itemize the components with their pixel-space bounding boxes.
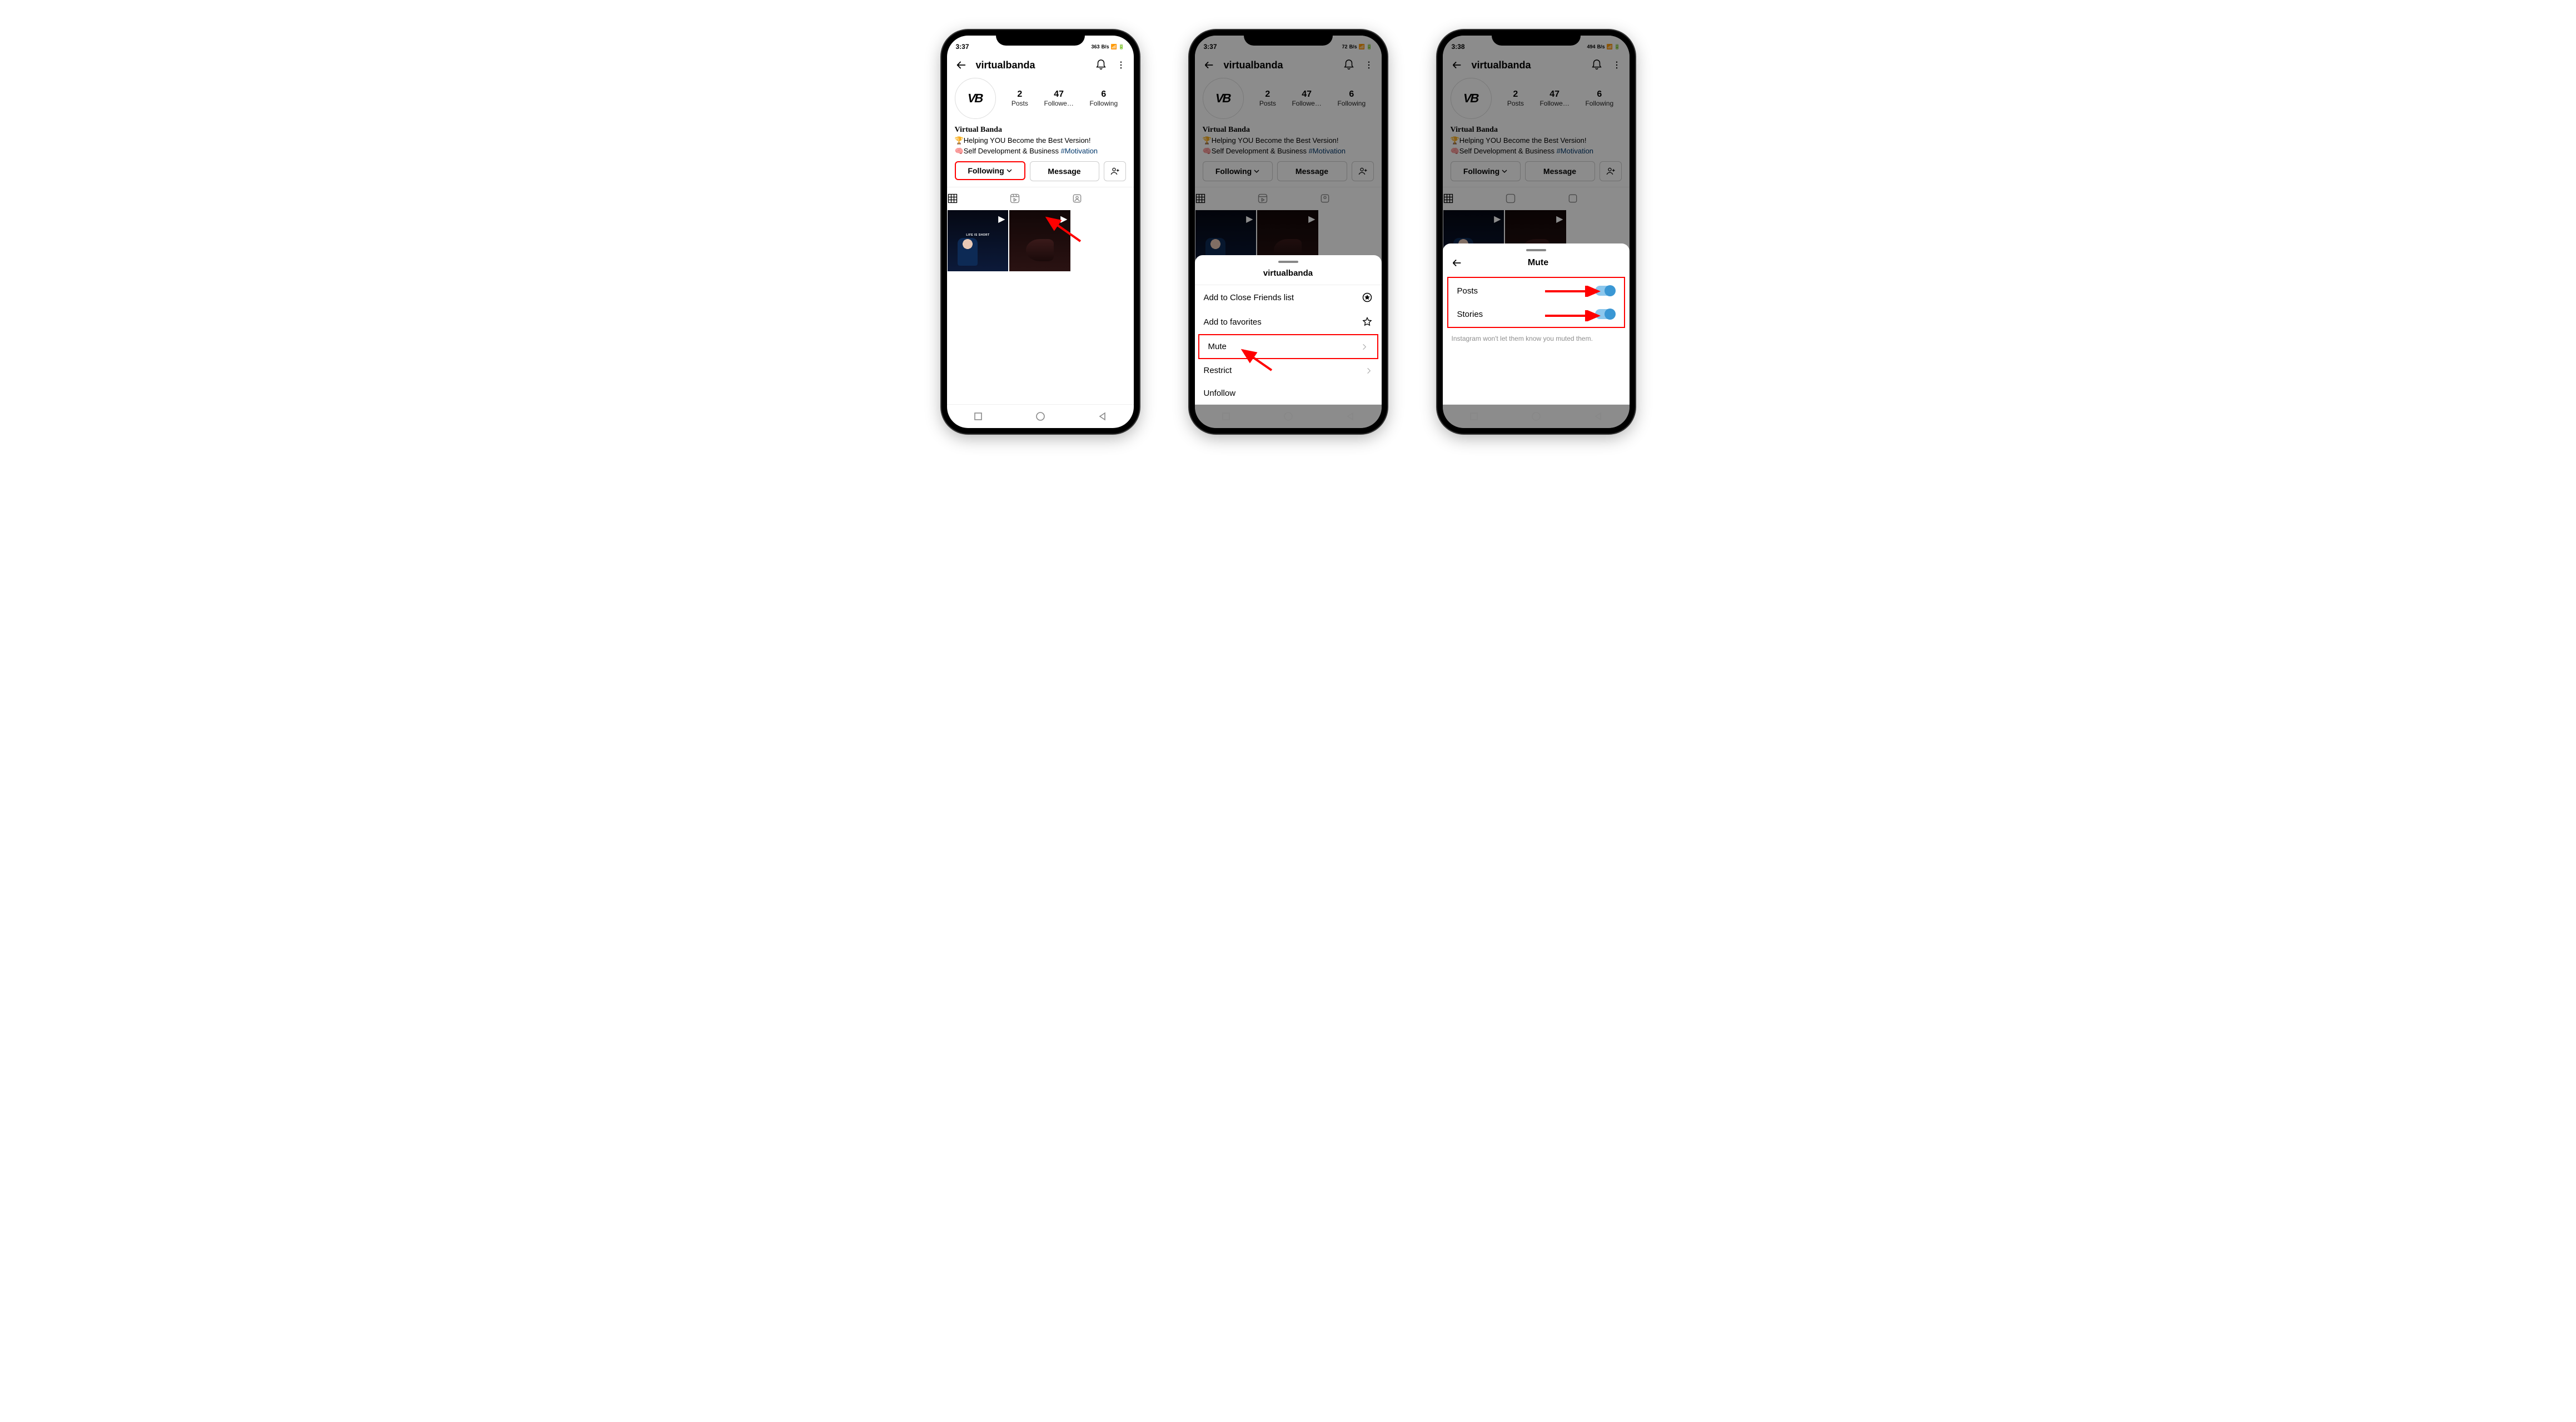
stat-following[interactable]: 6Following — [1089, 90, 1118, 107]
tab-reels[interactable] — [1009, 187, 1072, 210]
add-user-button[interactable] — [1104, 161, 1126, 181]
sheet-title: virtualbanda — [1195, 269, 1382, 285]
hashtag-link[interactable]: #Motivation — [1061, 147, 1098, 155]
sheet-item-unfollow[interactable]: Unfollow — [1195, 382, 1382, 405]
mute-stories-row: Stories — [1448, 302, 1624, 326]
star-icon — [1362, 316, 1373, 327]
notch — [1492, 30, 1581, 46]
sheet-back-icon[interactable] — [1451, 257, 1463, 269]
phone-1: 3:37 363B/s 📶 🔋 virtualbanda VB 2Posts 4… — [941, 30, 1139, 434]
post-thumbnail[interactable]: ▶LIFE IS SHORT — [947, 210, 1009, 272]
bell-icon[interactable] — [1095, 59, 1107, 71]
bio: Virtual Banda 🏆Helping YOU Become the Be… — [947, 121, 1134, 161]
toggle-posts[interactable] — [1595, 286, 1615, 296]
sheet-handle[interactable] — [1526, 249, 1546, 251]
post-thumbnail[interactable]: ▶ — [1009, 210, 1071, 272]
more-icon[interactable] — [1116, 59, 1126, 71]
phone-2: 3:3772B/s 📶 🔋 virtualbanda VB2Posts47Fol… — [1189, 30, 1387, 434]
mute-note: Instagram won't let them know you muted … — [1443, 328, 1630, 349]
sheet-item-mute[interactable]: Mute — [1198, 334, 1378, 359]
sheet-item-restrict[interactable]: Restrict — [1195, 359, 1382, 382]
following-button[interactable]: Following — [955, 161, 1025, 180]
reel-icon: ▶ — [998, 213, 1005, 225]
mute-posts-row: Posts — [1448, 279, 1624, 302]
message-button[interactable]: Message — [1030, 161, 1099, 181]
mute-sheet: Mute Posts Stories Instagram won't let t… — [1443, 243, 1630, 405]
sheet-title: Mute — [1471, 258, 1606, 268]
star-circle-icon — [1362, 292, 1373, 303]
following-sheet: virtualbanda Add to Close Friends list A… — [1195, 255, 1382, 405]
profile-tabs — [947, 187, 1134, 210]
android-nav — [947, 404, 1134, 428]
tab-tagged[interactable] — [1072, 187, 1134, 210]
clock: 3:37 — [956, 43, 969, 51]
notch — [996, 30, 1085, 46]
nav-recent-icon[interactable] — [973, 411, 983, 421]
tab-grid[interactable] — [947, 187, 1009, 210]
toggle-stories[interactable] — [1595, 309, 1615, 319]
nav-back-icon[interactable] — [1098, 411, 1108, 421]
reel-icon: ▶ — [1060, 213, 1067, 225]
sheet-item-close-friends[interactable]: Add to Close Friends list — [1195, 285, 1382, 310]
back-icon[interactable] — [955, 59, 967, 71]
page-title: virtualbanda — [976, 59, 1086, 71]
notch — [1244, 30, 1333, 46]
nav-home-icon[interactable] — [1035, 411, 1045, 421]
avatar[interactable]: VB — [955, 78, 996, 119]
stat-posts[interactable]: 2Posts — [1012, 90, 1028, 107]
chevron-right-icon — [1361, 343, 1368, 351]
stat-followers[interactable]: 47Followe… — [1044, 90, 1073, 107]
chevron-right-icon — [1365, 367, 1373, 375]
sheet-handle[interactable] — [1278, 261, 1298, 263]
sheet-item-favorites[interactable]: Add to favorites — [1195, 310, 1382, 334]
phone-3: 3:38494B/s 📶 🔋 virtualbanda VB2Posts47Fo… — [1437, 30, 1635, 434]
